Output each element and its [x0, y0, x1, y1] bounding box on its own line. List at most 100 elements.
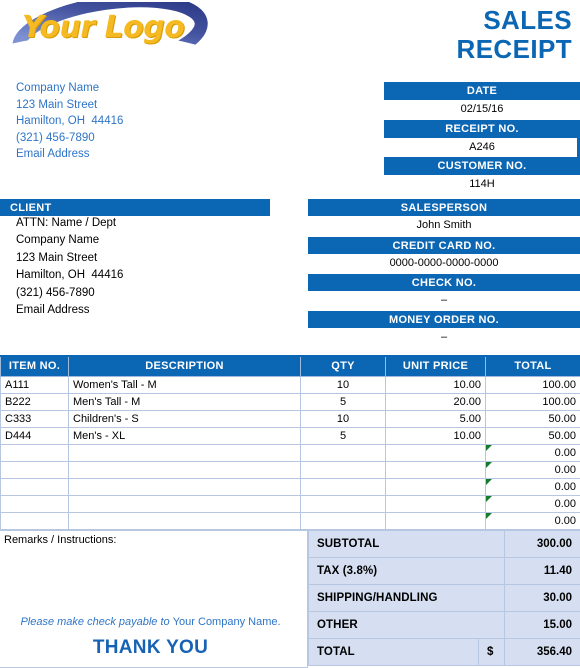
client-header: CLIENT — [0, 199, 270, 216]
totals-label: TAX (3.8%) — [308, 557, 505, 585]
description-cell[interactable]: Men's - XL — [68, 426, 301, 445]
grand-total-value[interactable]: 356.40 — [504, 638, 580, 666]
salesperson-header: SALESPERSON — [308, 199, 580, 216]
remarks-box[interactable]: Remarks / Instructions: Please make chec… — [0, 530, 308, 668]
total-cell[interactable]: 0.00 — [485, 494, 580, 513]
total-cell[interactable]: 0.00 — [485, 477, 580, 496]
unit-price-cell[interactable] — [385, 494, 486, 513]
qty-cell[interactable]: 5 — [300, 392, 386, 411]
table-row[interactable]: A111 Women's Tall - M 10 10.00 100.00 — [0, 375, 580, 394]
line-items-table: ITEM NO. DESCRIPTION QTY UNIT PRICE TOTA… — [0, 355, 580, 530]
money-order-header: MONEY ORDER NO. — [308, 311, 580, 328]
qty-cell[interactable] — [300, 511, 386, 530]
totals-value[interactable]: 15.00 — [504, 611, 580, 639]
item-no-cell[interactable]: A111 — [0, 375, 69, 394]
unit-price-cell[interactable]: 5.00 — [385, 409, 486, 428]
date-header: DATE — [384, 82, 580, 100]
seller-address-block: Company Name 123 Main Street Hamilton, O… — [16, 80, 286, 163]
payable-company: Your Company Name. — [172, 616, 281, 628]
credit-card-header: CREDIT CARD NO. — [308, 237, 580, 254]
items-header-row: ITEM NO. DESCRIPTION QTY UNIT PRICE TOTA… — [0, 355, 580, 377]
table-row[interactable]: 0.00 — [0, 477, 580, 496]
client-line-0: ATTN: Name / Dept — [16, 217, 117, 229]
description-cell[interactable]: Children's - S — [68, 409, 301, 428]
grand-total-row: TOTAL $356.40 — [308, 638, 580, 666]
totals-label: SHIPPING/HANDLING — [308, 584, 505, 612]
totals-value[interactable]: 30.00 — [504, 584, 580, 612]
item-no-cell[interactable] — [0, 494, 69, 513]
description-cell[interactable] — [68, 460, 301, 479]
col-total: TOTAL — [485, 355, 580, 377]
table-row[interactable]: 0.00 — [0, 494, 580, 513]
totals-row: OTHER 15.00 — [308, 611, 580, 639]
total-cell[interactable]: 0.00 — [485, 511, 580, 530]
table-row[interactable]: 0.00 — [0, 511, 580, 530]
table-row[interactable]: 0.00 — [0, 443, 580, 462]
remarks-label: Remarks / Instructions: — [4, 534, 117, 546]
seller-line-0: Company Name — [16, 82, 100, 94]
table-row[interactable]: C333 Children's - S 10 5.00 50.00 — [0, 409, 580, 428]
description-cell[interactable] — [68, 494, 301, 513]
unit-price-cell[interactable] — [385, 477, 486, 496]
seller-line-1: 123 Main Street — [16, 98, 98, 111]
col-item-no: ITEM NO. — [0, 355, 69, 377]
totals-label: SUBTOTAL — [308, 530, 505, 558]
item-no-cell[interactable] — [0, 460, 69, 479]
qty-cell[interactable] — [300, 477, 386, 496]
table-row[interactable]: D444 Men's - XL 5 10.00 50.00 — [0, 426, 580, 445]
unit-price-cell[interactable]: 10.00 — [385, 426, 486, 445]
title-line-2: RECEIPT — [456, 34, 572, 64]
payable-note: Please make check payable to Your Compan… — [0, 616, 301, 628]
sales-receipt-sheet: Your Logo Company Name 123 Main Street H… — [0, 0, 580, 668]
totals-value[interactable]: 300.00 — [504, 530, 580, 558]
description-cell[interactable] — [68, 511, 301, 530]
date-value[interactable]: 02/15/16 — [384, 100, 580, 118]
description-cell[interactable] — [68, 477, 301, 496]
logo-text: Your Logo — [22, 10, 185, 45]
total-cell[interactable]: 0.00 — [485, 460, 580, 479]
salesperson-value[interactable]: John Smith — [308, 216, 580, 234]
totals-value[interactable]: 11.40 — [504, 557, 580, 585]
totals-row: SHIPPING/HANDLING 30.00 — [308, 584, 580, 612]
check-no-value[interactable]: – — [308, 291, 580, 309]
item-no-cell[interactable] — [0, 477, 69, 496]
totals-table: SUBTOTAL 300.00 TAX (3.8%) 11.40 SHIPPING/HA… — [308, 530, 580, 666]
item-no-cell[interactable]: D444 — [0, 426, 69, 445]
qty-cell[interactable]: 10 — [300, 375, 386, 394]
qty-cell[interactable] — [300, 460, 386, 479]
client-address-block[interactable]: ATTN: Name / Dept Company Name 123 Main … — [16, 215, 266, 319]
item-no-cell[interactable] — [0, 443, 69, 462]
unit-price-cell[interactable]: 20.00 — [385, 392, 486, 411]
customer-no-value[interactable]: 114H — [384, 175, 580, 193]
credit-card-value[interactable]: 0000-0000-0000-0000 — [308, 254, 580, 272]
unit-price-cell[interactable] — [385, 460, 486, 479]
table-row[interactable]: 0.00 — [0, 460, 580, 479]
totals-row: TAX (3.8%) 11.40 — [308, 557, 580, 585]
qty-cell[interactable] — [300, 494, 386, 513]
qty-cell[interactable] — [300, 443, 386, 462]
total-cell[interactable]: 50.00 — [485, 409, 580, 428]
receipt-no-value[interactable]: A246 — [384, 138, 580, 156]
qty-cell[interactable]: 5 — [300, 426, 386, 445]
unit-price-cell[interactable]: 10.00 — [385, 375, 486, 394]
money-order-value[interactable]: – — [308, 328, 580, 346]
description-cell[interactable]: Men's Tall - M — [68, 392, 301, 411]
total-cell[interactable]: 0.00 — [485, 443, 580, 462]
qty-cell[interactable]: 10 — [300, 409, 386, 428]
table-row[interactable]: B222 Men's Tall - M 5 20.00 100.00 — [0, 392, 580, 411]
total-cell[interactable]: 50.00 — [485, 426, 580, 445]
total-cell[interactable]: 100.00 — [485, 392, 580, 411]
currency-symbol: $ — [478, 638, 505, 666]
item-no-cell[interactable]: B222 — [0, 392, 69, 411]
document-title: SALES RECEIPT — [457, 6, 572, 64]
client-line-2: 123 Main Street — [16, 251, 98, 264]
unit-price-cell[interactable] — [385, 511, 486, 530]
total-cell[interactable]: 100.00 — [485, 375, 580, 394]
item-no-cell[interactable]: C333 — [0, 409, 69, 428]
unit-price-cell[interactable] — [385, 443, 486, 462]
description-cell[interactable] — [68, 443, 301, 462]
description-cell[interactable]: Women's Tall - M — [68, 375, 301, 394]
totals-label: OTHER — [308, 611, 505, 639]
col-qty: QTY — [300, 355, 386, 377]
item-no-cell[interactable] — [0, 511, 69, 530]
